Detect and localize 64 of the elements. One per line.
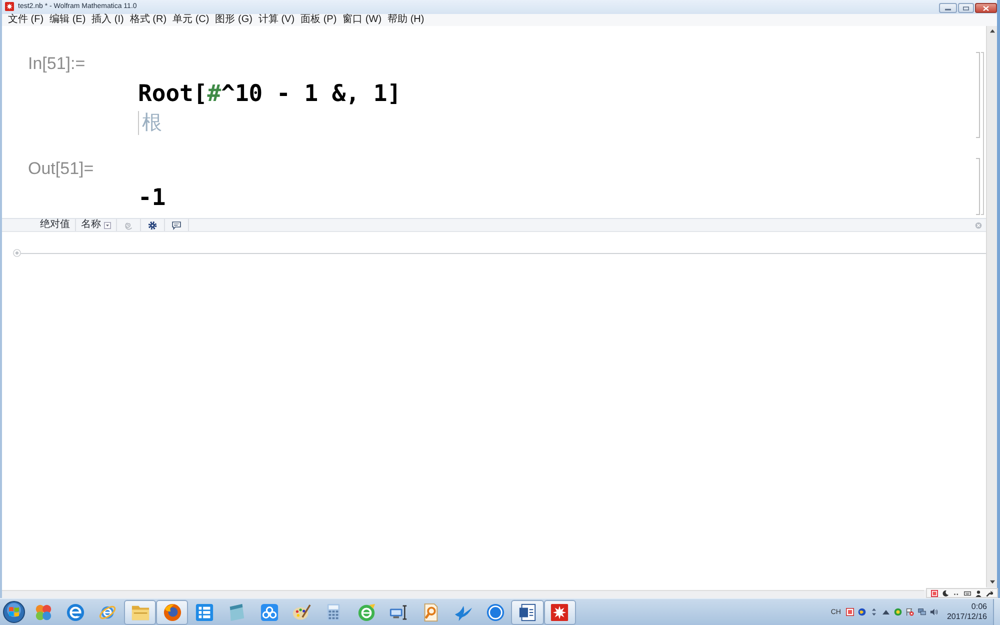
e-badge-icon — [356, 602, 376, 622]
up-arrow-icon[interactable] — [990, 29, 994, 33]
cell-bracket[interactable] — [976, 52, 980, 138]
menu-item[interactable]: 帮助 (H) — [384, 14, 428, 26]
wrench-icon[interactable] — [986, 590, 993, 596]
maximize-icon — [963, 6, 969, 10]
arrows-icon[interactable] — [870, 608, 878, 616]
menu-item[interactable]: 文件 (F) — [5, 14, 47, 26]
speaker-icon[interactable] — [930, 608, 938, 616]
maximize-button[interactable] — [958, 3, 974, 13]
vertical-scrollbar[interactable] — [986, 26, 997, 587]
ball-icon[interactable] — [894, 608, 902, 616]
menu-item[interactable]: 编辑 (E) — [46, 14, 89, 26]
clock-date[interactable]: 2017/12/16 — [946, 612, 987, 622]
menu-item[interactable]: 插入 (I) — [88, 14, 127, 26]
ring-logo-icon — [486, 602, 505, 622]
menu-item[interactable]: 面板 (P) — [298, 14, 340, 26]
dropdown-arrow-icon — [104, 222, 111, 228]
balls-icon — [34, 602, 53, 622]
flag-icon[interactable] — [906, 608, 914, 616]
palette-icon — [292, 602, 312, 622]
close-icon — [983, 6, 989, 10]
text-cursor — [138, 111, 139, 135]
list-icon — [195, 602, 214, 622]
globe-icon — [162, 602, 182, 622]
network-icon[interactable] — [918, 608, 926, 616]
monitor-icon — [388, 602, 408, 622]
down-arrow-icon[interactable] — [990, 580, 994, 584]
cell-label: In[51]:= — [28, 54, 86, 74]
input-expression[interactable]: Root[#^10 - 1 &, 1] — [138, 80, 402, 108]
e-logo-icon — [66, 602, 85, 622]
person-icon[interactable] — [975, 590, 982, 596]
notepad-icon — [227, 602, 246, 622]
flag-orb-icon — [2, 601, 24, 623]
cell-label: Out[51]= — [28, 159, 94, 179]
toolbar-button[interactable]: 绝对值 — [35, 219, 76, 231]
spiky-star-icon — [550, 602, 570, 622]
cloud-icon — [260, 602, 279, 622]
keyboard-icon[interactable] — [964, 590, 971, 596]
menu-item[interactable]: 计算 (V) — [255, 14, 298, 26]
square-icon[interactable] — [846, 608, 854, 616]
triangle-up-icon[interactable] — [882, 608, 890, 616]
globe-icon[interactable] — [858, 608, 866, 616]
menu-item[interactable]: 窗口 (W) — [340, 14, 385, 26]
spiky-star-icon — [5, 2, 14, 11]
output-expression[interactable]: -1 — [138, 184, 166, 212]
gear-icon[interactable] — [148, 220, 157, 230]
minimize-button[interactable] — [939, 3, 957, 13]
cell-bracket[interactable] — [976, 158, 980, 215]
square-icon[interactable] — [931, 590, 938, 596]
comment-icon[interactable] — [172, 220, 181, 230]
taskbar-button[interactable] — [156, 600, 188, 624]
start-button[interactable] — [0, 600, 27, 624]
autocomplete-hint: 根 — [142, 111, 162, 135]
taskbar-button[interactable] — [544, 600, 576, 624]
close-button[interactable] — [975, 3, 997, 13]
dropdown-button[interactable]: 名称 — [76, 219, 117, 231]
moon-icon[interactable] — [942, 590, 949, 596]
menu-item[interactable]: 图形 (G) — [212, 14, 256, 26]
taskbar-button[interactable] — [511, 600, 544, 624]
menu-item[interactable]: 格式 (R) — [126, 14, 170, 26]
menu-item[interactable]: 单元 (C) — [170, 14, 212, 26]
document-icon — [518, 602, 538, 622]
clock-time[interactable]: 0:06 — [971, 602, 987, 612]
